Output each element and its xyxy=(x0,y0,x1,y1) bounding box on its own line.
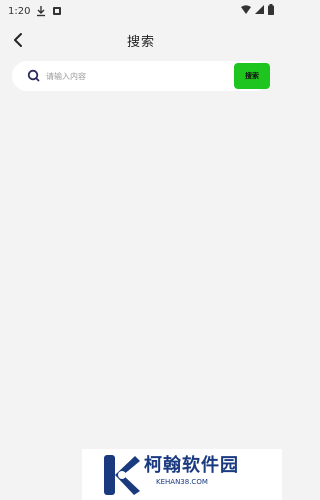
notification-icon xyxy=(53,7,62,15)
status-time: 1:20 xyxy=(8,5,31,17)
wifi-icon xyxy=(241,5,251,14)
page-title: 搜索 xyxy=(126,34,155,50)
watermark: 柯翰软件园 KEHAN38.COM xyxy=(82,449,282,500)
watermark-url: KEHAN38.COM xyxy=(156,478,208,486)
watermark-name: 柯翰软件园 xyxy=(144,455,239,476)
header: 搜索 xyxy=(0,22,282,58)
back-button[interactable] xyxy=(8,30,28,50)
download-icon xyxy=(37,6,46,17)
chevron-left-icon xyxy=(14,33,22,47)
signal-icon xyxy=(255,5,264,14)
search-input[interactable] xyxy=(46,67,206,85)
battery-icon xyxy=(268,4,274,15)
search-screen: 1:20 搜索 请输入内容 搜索 柯翰软件园 KEHAN38.COM xyxy=(0,0,282,500)
search-bar: 搜索 xyxy=(12,61,270,91)
kehan-logo-icon xyxy=(104,455,140,495)
status-bar: 1:20 xyxy=(0,0,282,22)
search-button[interactable]: 搜索 xyxy=(234,63,270,89)
watermark-text: 柯翰软件园 KEHAN38.COM xyxy=(144,455,239,487)
search-icon xyxy=(27,69,40,82)
